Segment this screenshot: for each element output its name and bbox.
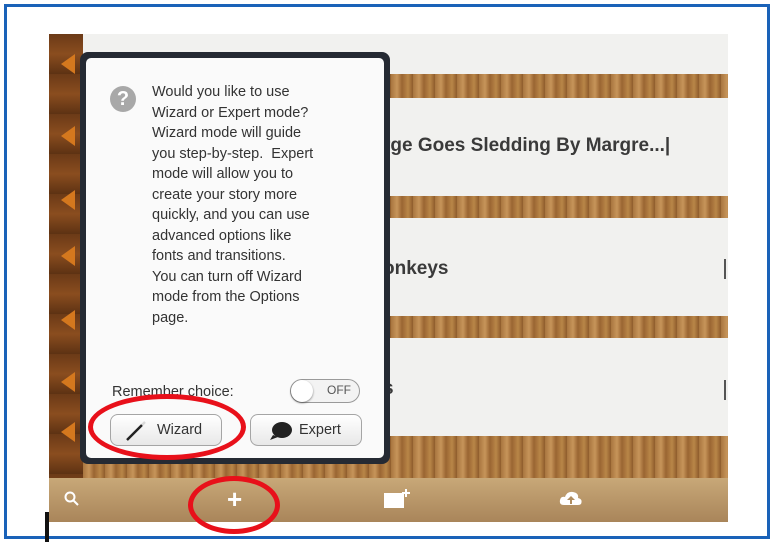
expert-button[interactable]: Expert bbox=[250, 414, 362, 446]
expert-label: Expert bbox=[299, 422, 341, 438]
left-sidebar-strip bbox=[49, 34, 83, 478]
message-line: Wizard mode will guide bbox=[152, 125, 302, 141]
message-line: page. bbox=[152, 309, 189, 326]
message-line: You can turn off Wizard bbox=[152, 268, 302, 285]
story-title: rge Goes Sledding By Margre...| bbox=[383, 135, 671, 156]
chevron-icon bbox=[61, 54, 75, 74]
chevron-icon bbox=[61, 372, 75, 392]
story-title: onkeys bbox=[383, 258, 449, 279]
row-divider bbox=[724, 259, 726, 279]
popup-message: Would you like to use Wizard or Expert m… bbox=[152, 82, 367, 328]
row-divider bbox=[724, 380, 726, 400]
message-line: mode from the Options bbox=[152, 289, 300, 305]
toggle-knob bbox=[291, 380, 313, 402]
add-highlight-circle bbox=[188, 476, 280, 534]
remember-choice-toggle[interactable]: OFF bbox=[290, 379, 360, 403]
chevron-icon bbox=[61, 126, 75, 146]
new-page-icon[interactable] bbox=[383, 488, 411, 510]
help-icon: ? bbox=[110, 86, 136, 112]
bottom-toolbar: + bbox=[49, 478, 728, 522]
speech-bubble-icon bbox=[270, 422, 292, 440]
cloud-upload-icon[interactable] bbox=[559, 490, 583, 508]
search-icon[interactable] bbox=[64, 491, 80, 507]
chevron-icon bbox=[61, 310, 75, 330]
message-line: fonts and transitions. bbox=[152, 248, 286, 264]
message-line: quickly, and you can use bbox=[152, 207, 310, 223]
message-line: you step-by-step. Expert bbox=[152, 145, 314, 162]
message-line: advanced options like bbox=[152, 227, 292, 244]
message-line: create your story more bbox=[152, 186, 298, 203]
chevron-icon bbox=[61, 190, 75, 210]
text-cursor bbox=[45, 512, 49, 542]
chevron-icon bbox=[61, 422, 75, 442]
wizard-highlight-circle bbox=[88, 394, 246, 460]
message-line: Wizard or Expert mode? bbox=[152, 104, 309, 121]
message-line: Would you like to use bbox=[152, 84, 290, 100]
chevron-icon bbox=[61, 246, 75, 266]
message-line: mode will allow you to bbox=[152, 166, 294, 182]
toggle-state: OFF bbox=[327, 383, 351, 397]
